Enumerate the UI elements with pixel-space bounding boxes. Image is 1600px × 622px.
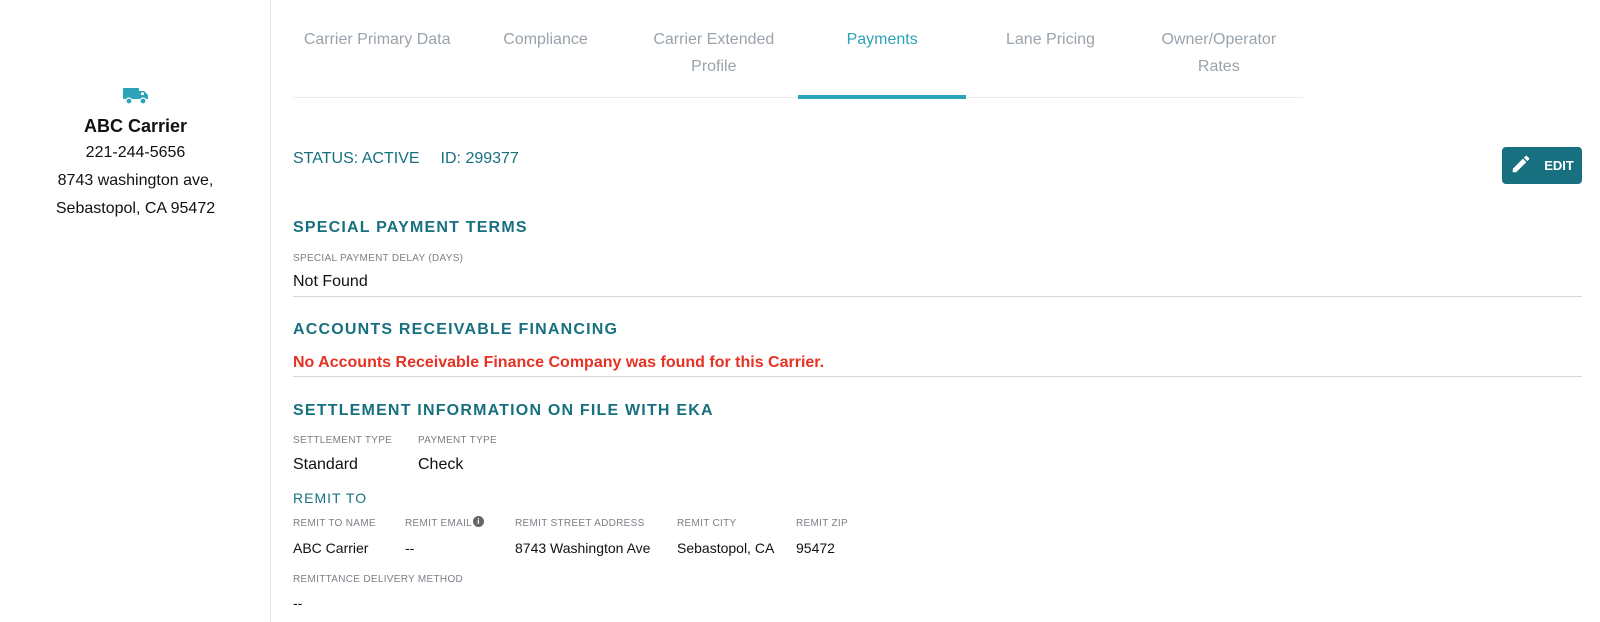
carrier-card: ABC Carrier 221-244-5656 8743 washington… [0,84,271,223]
remittance-delivery-method-label: REMITTANCE DELIVERY METHOD [293,574,464,585]
section-title-special-payment-terms: SPECIAL PAYMENT TERMS [293,219,528,236]
tab-label-line2: Rates [1197,58,1240,75]
tab-label: Compliance [503,31,588,48]
tab-label: Carrier Extended [653,31,775,48]
remit-zip-label: REMIT ZIP [796,518,848,529]
info-icon[interactable]: i [473,516,485,527]
tab-label: Payments [846,31,918,48]
remittance-delivery-method-value: -- [293,595,303,611]
pencil-icon [1510,153,1532,178]
remit-zip-value: 95472 [796,540,835,556]
carrier-name: ABC Carrier [83,116,188,136]
edit-button[interactable]: EDIT [1502,147,1582,184]
remit-city-label: REMIT CITY [677,518,737,529]
payment-type-value: Check [418,456,464,473]
divider [293,376,1582,377]
carrier-phone: 221-244-5656 [85,144,186,161]
special-payment-delay-value: Not Found [293,273,368,290]
tab-carrier-extended-profile[interactable]: Carrier Extended Profile [630,20,798,98]
tab-label-line2: Profile [691,58,737,75]
tab-label: Carrier Primary Data [303,31,451,48]
remit-street-value: 8743 Washington Ave [515,540,651,556]
remit-email-value: -- [405,540,415,556]
remit-email-label: REMIT EMAIL [405,518,473,529]
remit-city-value: Sebastopol, CA [677,540,775,556]
status-row: STATUS: ACTIVE ID: 299377 [293,150,519,168]
status-text: STATUS: ACTIVE [293,150,420,167]
remit-name-label: REMIT TO NAME [293,518,376,529]
tab-payments[interactable]: Payments [797,20,967,99]
edit-button-label: EDIT [1544,158,1574,173]
carrier-address-line1: 8743 washington ave, [57,172,214,189]
carrier-sidebar: ABC Carrier 221-244-5656 8743 washington… [0,0,271,622]
settlement-type-label: SETTLEMENT TYPE [293,435,393,446]
carrier-address-line2: Sebastopol, CA 95472 [55,200,216,217]
remit-to-title: REMIT TO [293,490,368,506]
tab-label: Lane Pricing [1006,31,1095,48]
tab-label: Owner/Operator [1161,31,1277,48]
remit-email-label-group: REMIT EMAIL i [405,516,485,529]
tab-owner-operator-rates[interactable]: Owner/Operator Rates [1135,20,1303,98]
payment-type-label: PAYMENT TYPE [418,435,497,446]
remit-street-label: REMIT STREET ADDRESS [515,518,645,529]
section-title-ar-financing: ACCOUNTS RECEIVABLE FINANCING [293,321,619,338]
tab-bar: Carrier Primary Data Compliance Carrier … [293,20,1303,99]
tab-compliance[interactable]: Compliance [461,20,629,98]
carrier-id-text: ID: 299377 [440,150,519,167]
divider [293,296,1582,297]
tab-lane-pricing[interactable]: Lane Pricing [966,20,1134,98]
section-title-settlement: SETTLEMENT INFORMATION ON FILE WITH EKA [293,402,714,419]
tab-carrier-primary-data[interactable]: Carrier Primary Data [293,20,461,98]
settlement-type-value: Standard [293,456,358,473]
ar-financing-error-message: No Accounts Receivable Finance Company w… [293,354,825,371]
truck-icon [122,84,150,106]
special-payment-delay-label: SPECIAL PAYMENT DELAY (DAYS) [293,253,464,264]
remit-name-value: ABC Carrier [293,540,369,556]
